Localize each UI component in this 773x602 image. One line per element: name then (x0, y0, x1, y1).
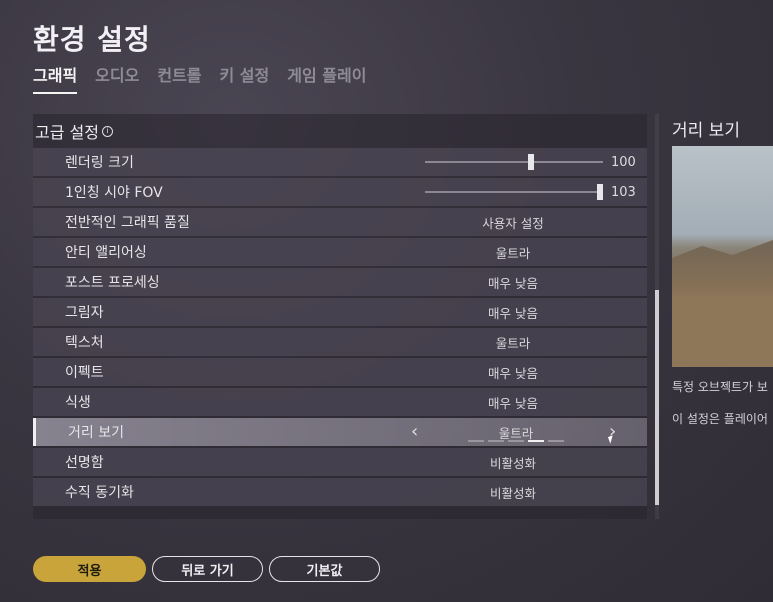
panel-header: 고급 설정 i (33, 114, 647, 148)
row-shadows[interactable]: 그림자 매우 낮음 (33, 298, 647, 326)
page-title: 환경 설정 (33, 23, 151, 56)
scrollbar[interactable] (655, 114, 659, 519)
row-value: 비활성화 (489, 455, 536, 471)
level-indicator (468, 440, 564, 442)
row-effects[interactable]: 이펙트 매우 낮음 (33, 358, 647, 386)
row-sharpen[interactable]: 선명함 비활성화 (33, 448, 647, 476)
slider-thumb[interactable] (528, 154, 534, 170)
panel-header-label: 고급 설정 (35, 123, 99, 142)
description-text: 특정 오브젝트가 보 (672, 380, 768, 394)
back-button[interactable]: 뒤로 가기 (152, 556, 263, 582)
row-textures[interactable]: 텍스처 울트라 (33, 328, 647, 356)
slider-thumb[interactable] (597, 184, 603, 200)
row-value: 울트라 (495, 335, 531, 351)
tab-keybindings[interactable]: 키 설정 (220, 62, 270, 94)
row-label: 렌더링 크기 (65, 155, 134, 171)
info-icon[interactable]: i (101, 125, 113, 137)
settings-tabs: 그래픽 오디오 컨트롤 키 설정 게임 플레이 (33, 62, 384, 94)
row-label: 그림자 (65, 305, 104, 321)
row-view-distance[interactable]: 거리 보기 ‹ 울트라 › (33, 418, 647, 446)
row-label: 텍스처 (65, 335, 104, 351)
row-fov[interactable]: 1인칭 시야 FOV 103 (33, 178, 647, 206)
description-title: 거리 보기 (672, 121, 740, 141)
row-label: 이펙트 (65, 365, 104, 381)
row-label: 1인칭 시야 FOV (65, 185, 163, 201)
row-label: 수직 동기화 (65, 485, 134, 501)
render-scale-slider[interactable] (425, 154, 603, 170)
row-foliage[interactable]: 식생 매우 낮음 (33, 388, 647, 416)
settings-list: 렌더링 크기 100 1인칭 시야 FOV 103 전반적인 그래픽 품질 사용… (33, 148, 647, 508)
row-value: 매우 낮음 (488, 275, 538, 291)
row-label: 포스트 프로세싱 (65, 275, 160, 291)
tab-controls[interactable]: 컨트롤 (157, 62, 201, 94)
slider-value: 100 (611, 154, 636, 170)
row-value: 비활성화 (489, 485, 536, 501)
row-value: 매우 낮음 (488, 365, 538, 381)
slider-value: 103 (611, 184, 636, 200)
row-label: 선명함 (65, 455, 104, 471)
row-overall-quality[interactable]: 전반적인 그래픽 품질 사용자 설정 (33, 208, 647, 236)
row-anti-aliasing[interactable]: 안티 앨리어싱 울트라 (33, 238, 647, 266)
apply-button[interactable]: 적용 (33, 556, 146, 582)
chevron-left-icon[interactable]: ‹ (411, 421, 418, 442)
row-value: 매우 낮음 (488, 395, 538, 411)
row-post-processing[interactable]: 포스트 프로세싱 매우 낮음 (33, 268, 647, 296)
tab-graphics[interactable]: 그래픽 (33, 62, 78, 94)
row-value: 울트라 (498, 425, 534, 441)
row-value: 사용자 설정 (482, 215, 544, 231)
row-value: 매우 낮음 (488, 305, 538, 321)
row-render-scale[interactable]: 렌더링 크기 100 (33, 148, 647, 176)
row-label: 거리 보기 (68, 425, 124, 441)
scrollbar-thumb[interactable] (655, 290, 659, 505)
row-label: 식생 (65, 395, 91, 411)
default-button[interactable]: 기본값 (269, 556, 380, 582)
row-label: 안티 앨리어싱 (65, 245, 147, 261)
fov-slider[interactable] (425, 184, 603, 200)
description-text: 이 설정은 플레이어 (672, 412, 768, 426)
row-vsync[interactable]: 수직 동기화 비활성화 (33, 478, 647, 506)
advanced-settings-panel: 고급 설정 i 렌더링 크기 100 1인칭 시야 FOV 103 전반적인 그… (33, 114, 647, 519)
row-label: 전반적인 그래픽 품질 (65, 215, 190, 231)
tab-audio[interactable]: 오디오 (95, 62, 139, 94)
preview-image (672, 146, 773, 367)
tab-gameplay[interactable]: 게임 플레이 (287, 62, 366, 94)
row-value: 울트라 (495, 245, 531, 261)
